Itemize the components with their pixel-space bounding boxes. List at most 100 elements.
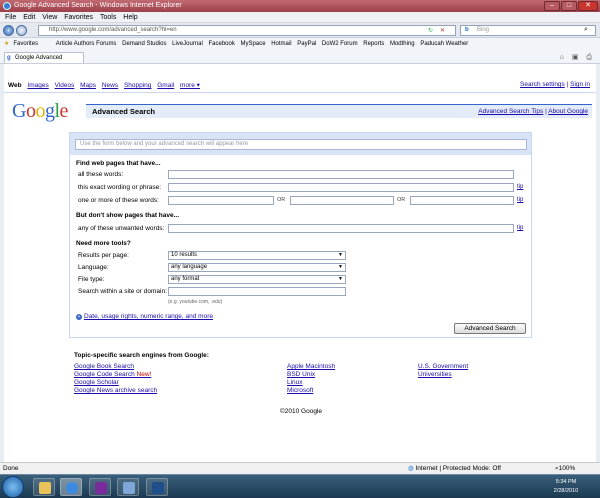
file-type-label: File type: [78,276,105,283]
forward-button[interactable]: › [16,25,27,36]
exact-phrase-tip-link[interactable]: tip [517,184,523,190]
browser-tab[interactable]: g Google Advanced Search [4,52,84,72]
fav-item-modthing[interactable]: Modthing [390,41,415,47]
maximize-button[interactable]: □ [561,1,577,11]
taskbar-yahoo[interactable] [89,478,111,496]
status-text: Done [3,465,19,472]
google-logo[interactable]: Google [12,100,68,123]
close-button[interactable]: ✕ [578,1,598,11]
taskbar-app[interactable] [117,478,139,496]
fav-item-facebook[interactable]: Facebook [209,41,235,47]
system-tray-clock[interactable]: 5:34 PM 2/28/2010 [536,476,596,498]
topic-link-linux[interactable]: Linux [287,379,335,387]
topic-link-code-search[interactable]: Google Code Search New! [74,371,157,379]
fav-item-dow2-forum[interactable]: DoW2 Forum [322,41,358,47]
fav-item-paducah-weather[interactable]: Paducah Weather [420,41,468,47]
taskbar-photoshop[interactable] [146,478,168,496]
menu-favorites[interactable]: Favorites [64,14,93,21]
nav-divider [4,92,596,93]
taskbar-explorer[interactable] [33,478,55,496]
home-icon[interactable]: ⌂ [560,54,564,61]
clock-date: 2/28/2010 [553,488,579,494]
topic-link-apple[interactable]: Apple Macintosh [287,363,335,371]
any-words-input-1[interactable] [168,196,274,205]
fav-item-myspace[interactable]: MySpace [241,41,266,47]
language-label: Language: [78,264,109,271]
about-google-link[interactable]: About Google [548,108,588,115]
menu-bar: File Edit View Favorites Tools Help [0,12,600,23]
results-per-page-label: Results per page: [78,252,129,259]
gnav-videos[interactable]: Videos [55,82,75,89]
any-words-label: one or more of these words: [78,197,159,204]
fav-item-article-authors-forums[interactable]: Article Authors Forums [56,41,117,47]
refresh-icon[interactable]: ↻ [428,27,433,34]
fav-item-demand-studios[interactable]: Demand Studios [122,41,166,47]
exact-phrase-input[interactable] [168,183,514,192]
back-button[interactable]: ‹ [3,25,14,36]
gnav-gmail[interactable]: Gmail [157,82,174,89]
page-header-bar: Advanced Search Advanced Search Tips | A… [86,104,592,118]
unwanted-words-input[interactable] [168,224,514,233]
results-per-page-select[interactable]: 10 results ▼ [168,251,346,260]
command-bar: ⌂ ▣ ⎙ [560,53,592,62]
advanced-search-tips-link[interactable]: Advanced Search Tips [478,108,543,115]
menu-tools[interactable]: Tools [100,14,116,21]
query-preview-input[interactable]: Use the form below and your advanced sea… [75,139,527,150]
favorites-star-icon: ★ [4,41,10,47]
gnav-news[interactable]: News [102,82,118,89]
favorites-bar: ★ Favorites Article Authors Forums Demand… [0,38,600,72]
advanced-search-form: Use the form below and your advanced sea… [69,132,532,338]
topic-column-1: Google Book Search Google Code Search Ne… [74,363,157,395]
search-icon[interactable]: ⌕ [584,26,588,34]
dropdown-arrow-icon: ▼ [338,252,343,258]
minimize-button[interactable]: – [544,1,560,11]
gnav-maps[interactable]: Maps [80,82,96,89]
gnav-more[interactable]: more ▾ [180,82,200,89]
topic-link-universities[interactable]: Universities [418,371,468,379]
menu-view[interactable]: View [42,14,57,21]
gnav-images[interactable]: Images [27,82,48,89]
start-button[interactable] [2,476,24,498]
fav-item-paypal[interactable]: PayPal [297,41,316,47]
feeds-icon[interactable]: ▣ [572,54,579,61]
topic-link-book-search[interactable]: Google Book Search [74,363,157,371]
favorites-button[interactable]: Favorites [13,41,38,47]
topic-link-bsd[interactable]: BSD Unix [287,371,335,379]
fav-item-hotmail[interactable]: Hotmail [271,41,291,47]
site-domain-label: Search within a site or domain: [78,288,167,295]
topic-link-us-government[interactable]: U.S. Government [418,363,468,371]
unwanted-words-tip-link[interactable]: tip [517,225,523,231]
any-words-input-2[interactable] [290,196,394,205]
menu-file[interactable]: File [5,14,16,21]
fav-item-reports[interactable]: Reports [363,41,384,47]
all-words-input[interactable] [168,170,514,179]
site-domain-example: (e.g. youtube.com, .edu) [168,299,223,305]
menu-edit[interactable]: Edit [23,14,35,21]
site-domain-input[interactable] [168,287,346,296]
search-settings-link[interactable]: Search settings [520,81,565,88]
print-icon[interactable]: ⎙ [586,54,592,61]
zoom-level[interactable]: ⌕100% [555,463,575,474]
security-zone[interactable]: ◍ Internet | Protected Mode: Off [408,463,501,474]
any-words-input-3[interactable] [410,196,514,205]
dropdown-arrow-icon: ▼ [338,264,343,270]
stop-icon[interactable]: ✕ [440,27,445,34]
sign-in-link[interactable]: Sign in [570,81,590,88]
new-badge: New! [136,371,152,378]
gnav-shopping[interactable]: Shopping [124,82,151,89]
any-words-tip-link[interactable]: tip [517,197,523,203]
topic-link-microsoft[interactable]: Microsoft [287,387,335,395]
web-search-input[interactable]: Bing [460,25,596,36]
more-options-link[interactable]: + Date, usage rights, numeric range, and … [76,313,213,320]
app-icon [123,482,135,494]
language-select[interactable]: any language ▼ [168,263,346,272]
menu-help[interactable]: Help [123,14,137,21]
gnav-web[interactable]: Web [8,82,22,89]
fav-item-livejournal[interactable]: LiveJournal [172,41,203,47]
taskbar-internet-explorer[interactable] [60,478,82,496]
topic-link-news-archive[interactable]: Google News archive search [74,387,157,395]
file-type-select[interactable]: any format ▼ [168,275,346,284]
advanced-search-button[interactable]: Advanced Search [454,323,526,334]
topic-link-scholar[interactable]: Google Scholar [74,379,157,387]
address-input[interactable]: http://www.google.com/advanced_search?hl… [38,25,456,36]
